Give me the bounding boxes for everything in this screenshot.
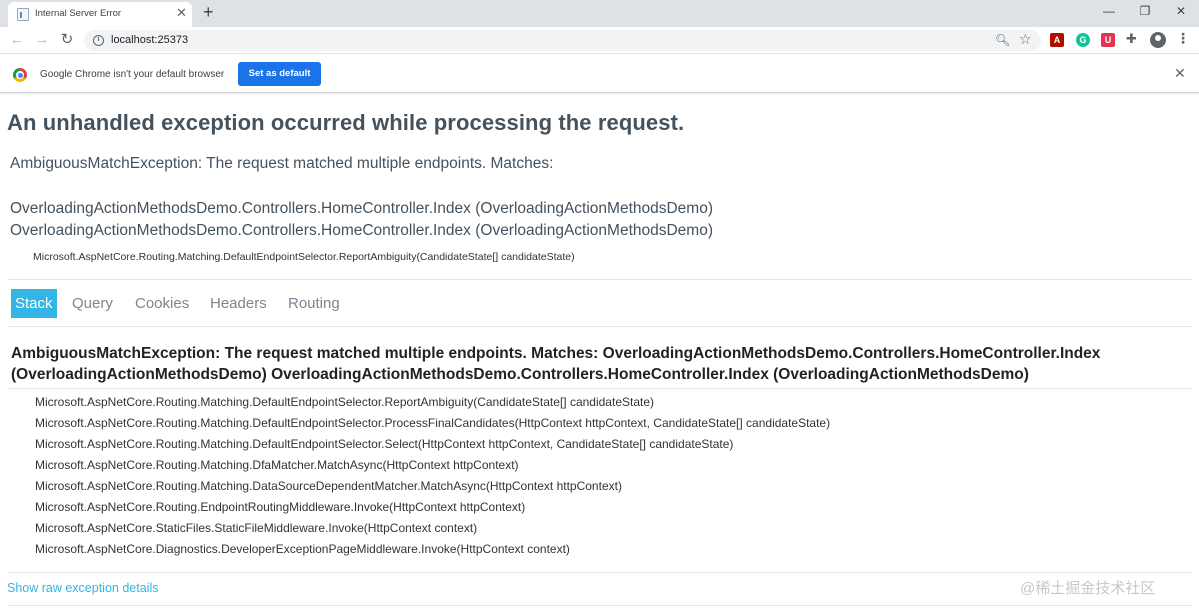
- stack-exception-heading: AmbiguousMatchException: The request mat…: [11, 345, 1101, 383]
- error-page: An unhandled exception occurred while pr…: [0, 95, 1199, 614]
- divider: [8, 572, 1193, 573]
- tab-stack[interactable]: Stack: [11, 289, 57, 318]
- stack-frame[interactable]: Microsoft.AspNetCore.Diagnostics.Develop…: [35, 542, 570, 556]
- acrobat-extension-icon[interactable]: A: [1050, 33, 1064, 47]
- grammarly-extension-icon[interactable]: G: [1076, 33, 1090, 47]
- extensions-puzzle-icon[interactable]: ✚: [1126, 31, 1137, 47]
- address-url[interactable]: localhost:25373: [111, 34, 188, 46]
- pocket-extension-icon[interactable]: U: [1101, 33, 1115, 47]
- reload-button[interactable]: ↻: [58, 31, 76, 49]
- browser-toolbar: ← → ↻ i localhost:25373 🔍︎ ☆: [0, 27, 1199, 54]
- infobar-message: Google Chrome isn't your default browser: [40, 69, 225, 80]
- stack-frame[interactable]: Microsoft.AspNetCore.Routing.Matching.Da…: [35, 479, 622, 493]
- exception-location: Microsoft.AspNetCore.Routing.Matching.De…: [33, 251, 575, 263]
- divider: [8, 388, 1193, 389]
- tab-strip: Internal Server Error ✕ + — ❐ ✕: [0, 0, 1199, 27]
- forward-button[interactable]: →: [33, 31, 51, 49]
- stack-frame[interactable]: Microsoft.AspNetCore.Routing.Matching.De…: [35, 437, 733, 451]
- set-as-default-button[interactable]: Set as default: [238, 62, 321, 86]
- zoom-icon[interactable]: 🔍︎: [995, 33, 1010, 47]
- site-info-icon[interactable]: i: [93, 35, 104, 46]
- new-tab-button[interactable]: +: [203, 2, 214, 22]
- close-infobar-icon[interactable]: ✕: [1174, 65, 1186, 81]
- tab-title: Internal Server Error: [35, 8, 122, 19]
- stack-frame[interactable]: Microsoft.AspNetCore.Routing.Matching.De…: [35, 416, 830, 430]
- stack-frame[interactable]: Microsoft.AspNetCore.StaticFiles.StaticF…: [35, 521, 477, 535]
- close-tab-icon[interactable]: ✕: [176, 6, 187, 20]
- stack-frame[interactable]: Microsoft.AspNetCore.Routing.Matching.De…: [35, 395, 654, 409]
- close-window-button[interactable]: ✕: [1166, 3, 1196, 19]
- exception-title: AmbiguousMatchException: The request mat…: [10, 155, 554, 172]
- divider: [8, 279, 1193, 280]
- bookmark-star-icon[interactable]: ☆: [1019, 31, 1032, 48]
- endpoint-match: OverloadingActionMethodsDemo.Controllers…: [10, 222, 713, 239]
- back-button[interactable]: ←: [8, 31, 26, 49]
- chrome-menu-icon[interactable]: ⋮: [1176, 30, 1190, 46]
- divider: [8, 326, 1193, 327]
- profile-avatar-icon[interactable]: [1150, 32, 1166, 48]
- maximize-window-button[interactable]: ❐: [1130, 3, 1160, 19]
- endpoint-match: OverloadingActionMethodsDemo.Controllers…: [10, 200, 713, 217]
- page-favicon-icon: [17, 8, 29, 21]
- stack-frame[interactable]: Microsoft.AspNetCore.Routing.EndpointRou…: [35, 500, 525, 514]
- tab-query[interactable]: Query: [68, 289, 117, 318]
- browser-tab[interactable]: Internal Server Error ✕: [8, 2, 192, 27]
- tab-cookies[interactable]: Cookies: [131, 289, 193, 318]
- chrome-logo-icon: [13, 68, 27, 82]
- default-browser-infobar: Google Chrome isn't your default browser…: [0, 55, 1199, 93]
- page-title: An unhandled exception occurred while pr…: [7, 110, 685, 135]
- tab-headers[interactable]: Headers: [206, 289, 271, 318]
- tab-routing[interactable]: Routing: [284, 289, 344, 318]
- watermark: @稀土掘金技术社区: [1020, 580, 1156, 597]
- address-bar[interactable]: i localhost:25373 🔍︎ ☆: [84, 30, 1041, 51]
- divider: [8, 605, 1193, 606]
- stack-frame[interactable]: Microsoft.AspNetCore.Routing.Matching.Df…: [35, 458, 519, 472]
- minimize-window-button[interactable]: —: [1094, 3, 1124, 19]
- show-raw-exception-link[interactable]: Show raw exception details: [7, 581, 158, 595]
